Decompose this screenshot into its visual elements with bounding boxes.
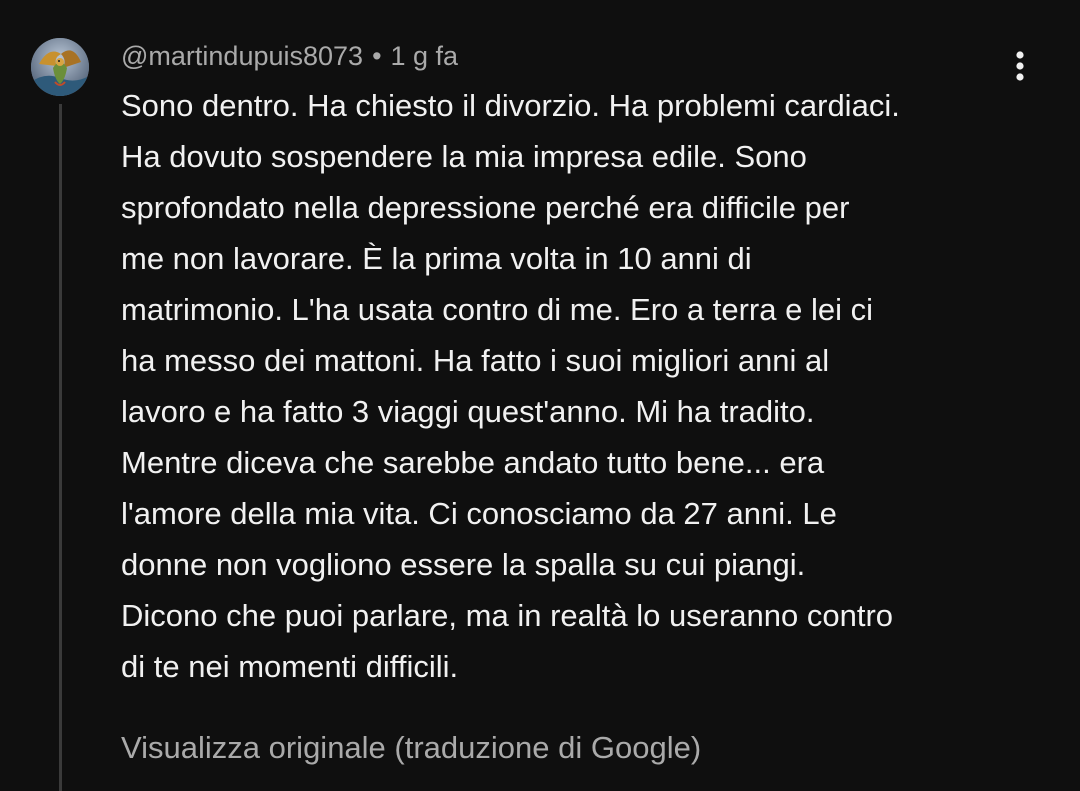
- reply-thread-line: [59, 104, 62, 791]
- header-separator: •: [372, 40, 382, 71]
- more-vert-icon: [1016, 51, 1024, 81]
- author-name[interactable]: @martindupuis8073: [121, 41, 363, 72]
- view-original-link[interactable]: Visualizza originale (traduzione di Goog…: [121, 724, 701, 772]
- comment-text: Sono dentro. Ha chiesto il divorzio. Ha …: [121, 88, 900, 684]
- comment-item: @martindupuis8073 • 1 g fa Sono dentro. …: [0, 0, 1080, 791]
- comment-timestamp[interactable]: 1 g fa: [391, 41, 459, 72]
- comment-header: @martindupuis8073 • 1 g fa: [121, 38, 458, 74]
- dragon-avatar-icon: [31, 38, 89, 96]
- avatar[interactable]: [31, 38, 89, 96]
